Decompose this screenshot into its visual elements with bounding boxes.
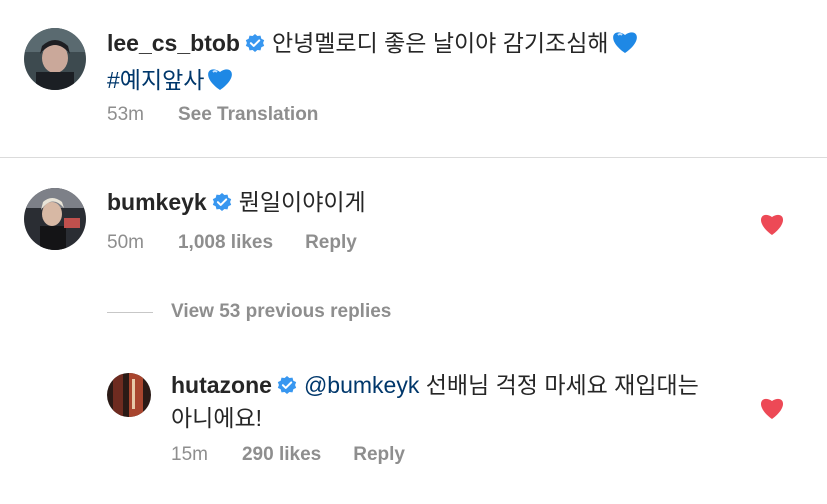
post-time: 53m bbox=[107, 104, 144, 125]
blue-heart-emoji-icon bbox=[206, 66, 234, 101]
post-caption: lee_cs_btob 안녕멜로디 좋은 날이야 감기조심해 #예지앞사 bbox=[107, 27, 747, 101]
view-replies-line bbox=[107, 312, 153, 313]
reply-meta: 15m 290 likes Reply bbox=[171, 444, 437, 466]
blue-heart-emoji-icon bbox=[611, 29, 639, 64]
avatar-bumkeyk[interactable] bbox=[24, 188, 86, 250]
reply-likes[interactable]: 290 likes bbox=[242, 444, 321, 465]
post-hashtag[interactable]: #예지앞사 bbox=[107, 67, 204, 93]
heart-icon[interactable] bbox=[759, 396, 785, 420]
verified-badge-icon bbox=[211, 189, 233, 211]
comment-text: 뭔일이야이게 bbox=[238, 189, 366, 215]
reply-text-line2: 아니에요! bbox=[171, 405, 263, 431]
reply-text-line1: 선배님 걱정 마세요 재입대는 bbox=[419, 372, 699, 398]
reply-reply-button[interactable]: Reply bbox=[353, 444, 405, 465]
avatar-lee-cs-btob[interactable] bbox=[24, 28, 86, 90]
heart-icon[interactable] bbox=[759, 212, 785, 236]
comment-username[interactable]: bumkeyk bbox=[107, 189, 207, 215]
comment-reply-button[interactable]: Reply bbox=[305, 232, 357, 253]
verified-badge-icon bbox=[244, 30, 266, 52]
comment-meta: 50m 1,008 likes Reply bbox=[107, 232, 389, 254]
divider bbox=[0, 157, 827, 158]
see-translation-link[interactable]: See Translation bbox=[178, 104, 318, 125]
post-username[interactable]: lee_cs_btob bbox=[107, 30, 240, 56]
post-meta: 53m See Translation bbox=[107, 104, 350, 126]
reply-mention[interactable]: @bumkeyk bbox=[304, 372, 419, 398]
verified-badge-icon bbox=[276, 372, 298, 394]
post-caption-text: 안녕멜로디 좋은 날이야 감기조심해 bbox=[271, 30, 609, 56]
comment-likes[interactable]: 1,008 likes bbox=[178, 232, 273, 253]
reply-time: 15m bbox=[171, 444, 208, 465]
reply-body: hutazone @bumkeyk 선배님 걱정 마세요 재입대는 아니에요! bbox=[171, 369, 741, 435]
view-previous-replies-link[interactable]: View 53 previous replies bbox=[171, 301, 391, 323]
avatar-hutazone[interactable] bbox=[107, 373, 151, 417]
reply-username[interactable]: hutazone bbox=[171, 372, 272, 398]
comment-time: 50m bbox=[107, 232, 144, 253]
comment-body: bumkeyk 뭔일이야이게 bbox=[107, 186, 707, 219]
